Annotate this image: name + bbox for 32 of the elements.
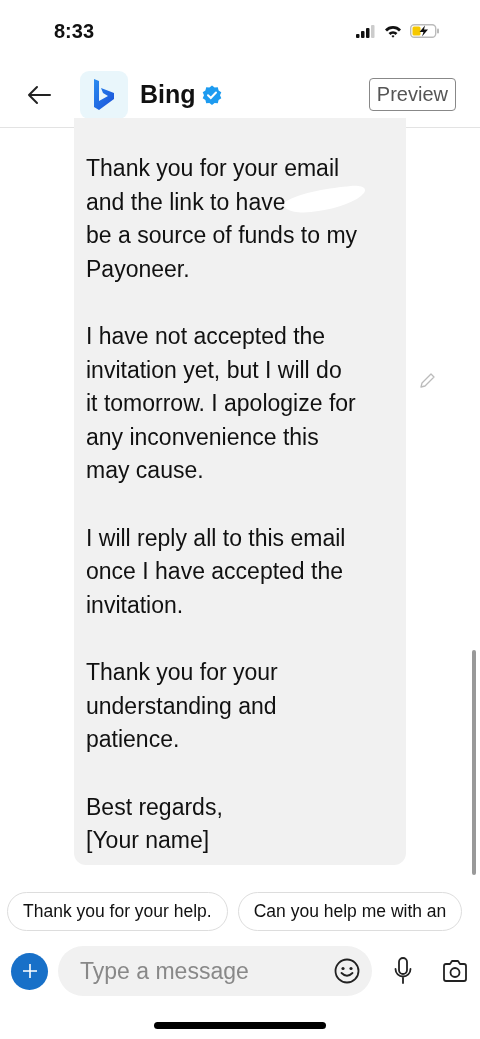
message-input[interactable]: Type a message (78, 956, 334, 986)
message-text: invitation. (86, 590, 184, 620)
suggestion-chip[interactable]: Can you help me with an (237, 891, 463, 931)
message-text: Thank you for your email (86, 154, 340, 183)
battery-charging-icon (410, 24, 440, 38)
message-text: once I have accepted the (86, 557, 344, 586)
suggestion-chip[interactable]: Thank you for your help. (7, 891, 228, 931)
message-text: Thank you for your (86, 658, 278, 687)
message-text: I will reply all to this email (86, 523, 346, 553)
message-text: patience. (86, 725, 180, 754)
wifi-icon (384, 24, 402, 38)
message-text: Best regards, (86, 792, 223, 822)
plus-icon (21, 963, 38, 979)
add-button[interactable] (11, 952, 48, 990)
message-text: Payoneer. (86, 254, 190, 284)
signal-icon (356, 24, 376, 38)
camera-icon[interactable] (442, 959, 468, 983)
message-text: any inconvenience this (86, 422, 319, 452)
message-text: [Your name] (86, 826, 210, 855)
message-text: invitation yet, but I will do (86, 355, 342, 385)
message-field[interactable]: Type a message (58, 946, 372, 996)
emoji-icon[interactable] (334, 958, 360, 984)
chat-title: Bing (140, 80, 196, 109)
microphone-icon[interactable] (394, 957, 412, 985)
message-text: may cause. (86, 456, 204, 485)
message-text: I have not accepted the (86, 322, 326, 351)
message-text: and the link to have (86, 187, 286, 217)
message-text: it tomorrow. I apologize for (86, 389, 356, 418)
preview-button[interactable]: Preview (368, 78, 456, 111)
message-text: understanding and (86, 691, 277, 721)
status-time: 8:33 (54, 19, 95, 43)
message-text: be a source of funds to my (86, 221, 358, 250)
